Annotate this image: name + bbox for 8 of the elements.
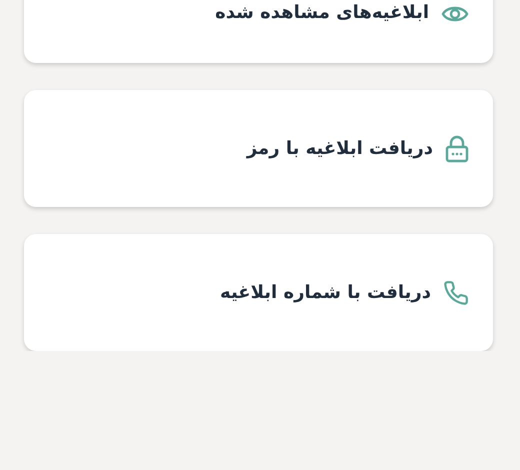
card-label: ابلاغیه‌های مشاهده شده (215, 2, 429, 23)
menu-card[interactable]: ابلاغیه‌های مشاهده شده (24, 0, 493, 63)
phone-icon (443, 280, 469, 306)
menu-card[interactable]: دریافت با شماره ابلاغیه (24, 234, 493, 351)
card-label: دریافت ابلاغیه با رمز (246, 138, 433, 159)
menu-card[interactable]: دریافت ابلاغیه با رمز (24, 90, 493, 207)
card-label: دریافت با شماره ابلاغیه (220, 282, 431, 303)
lock-icon (445, 134, 469, 162)
